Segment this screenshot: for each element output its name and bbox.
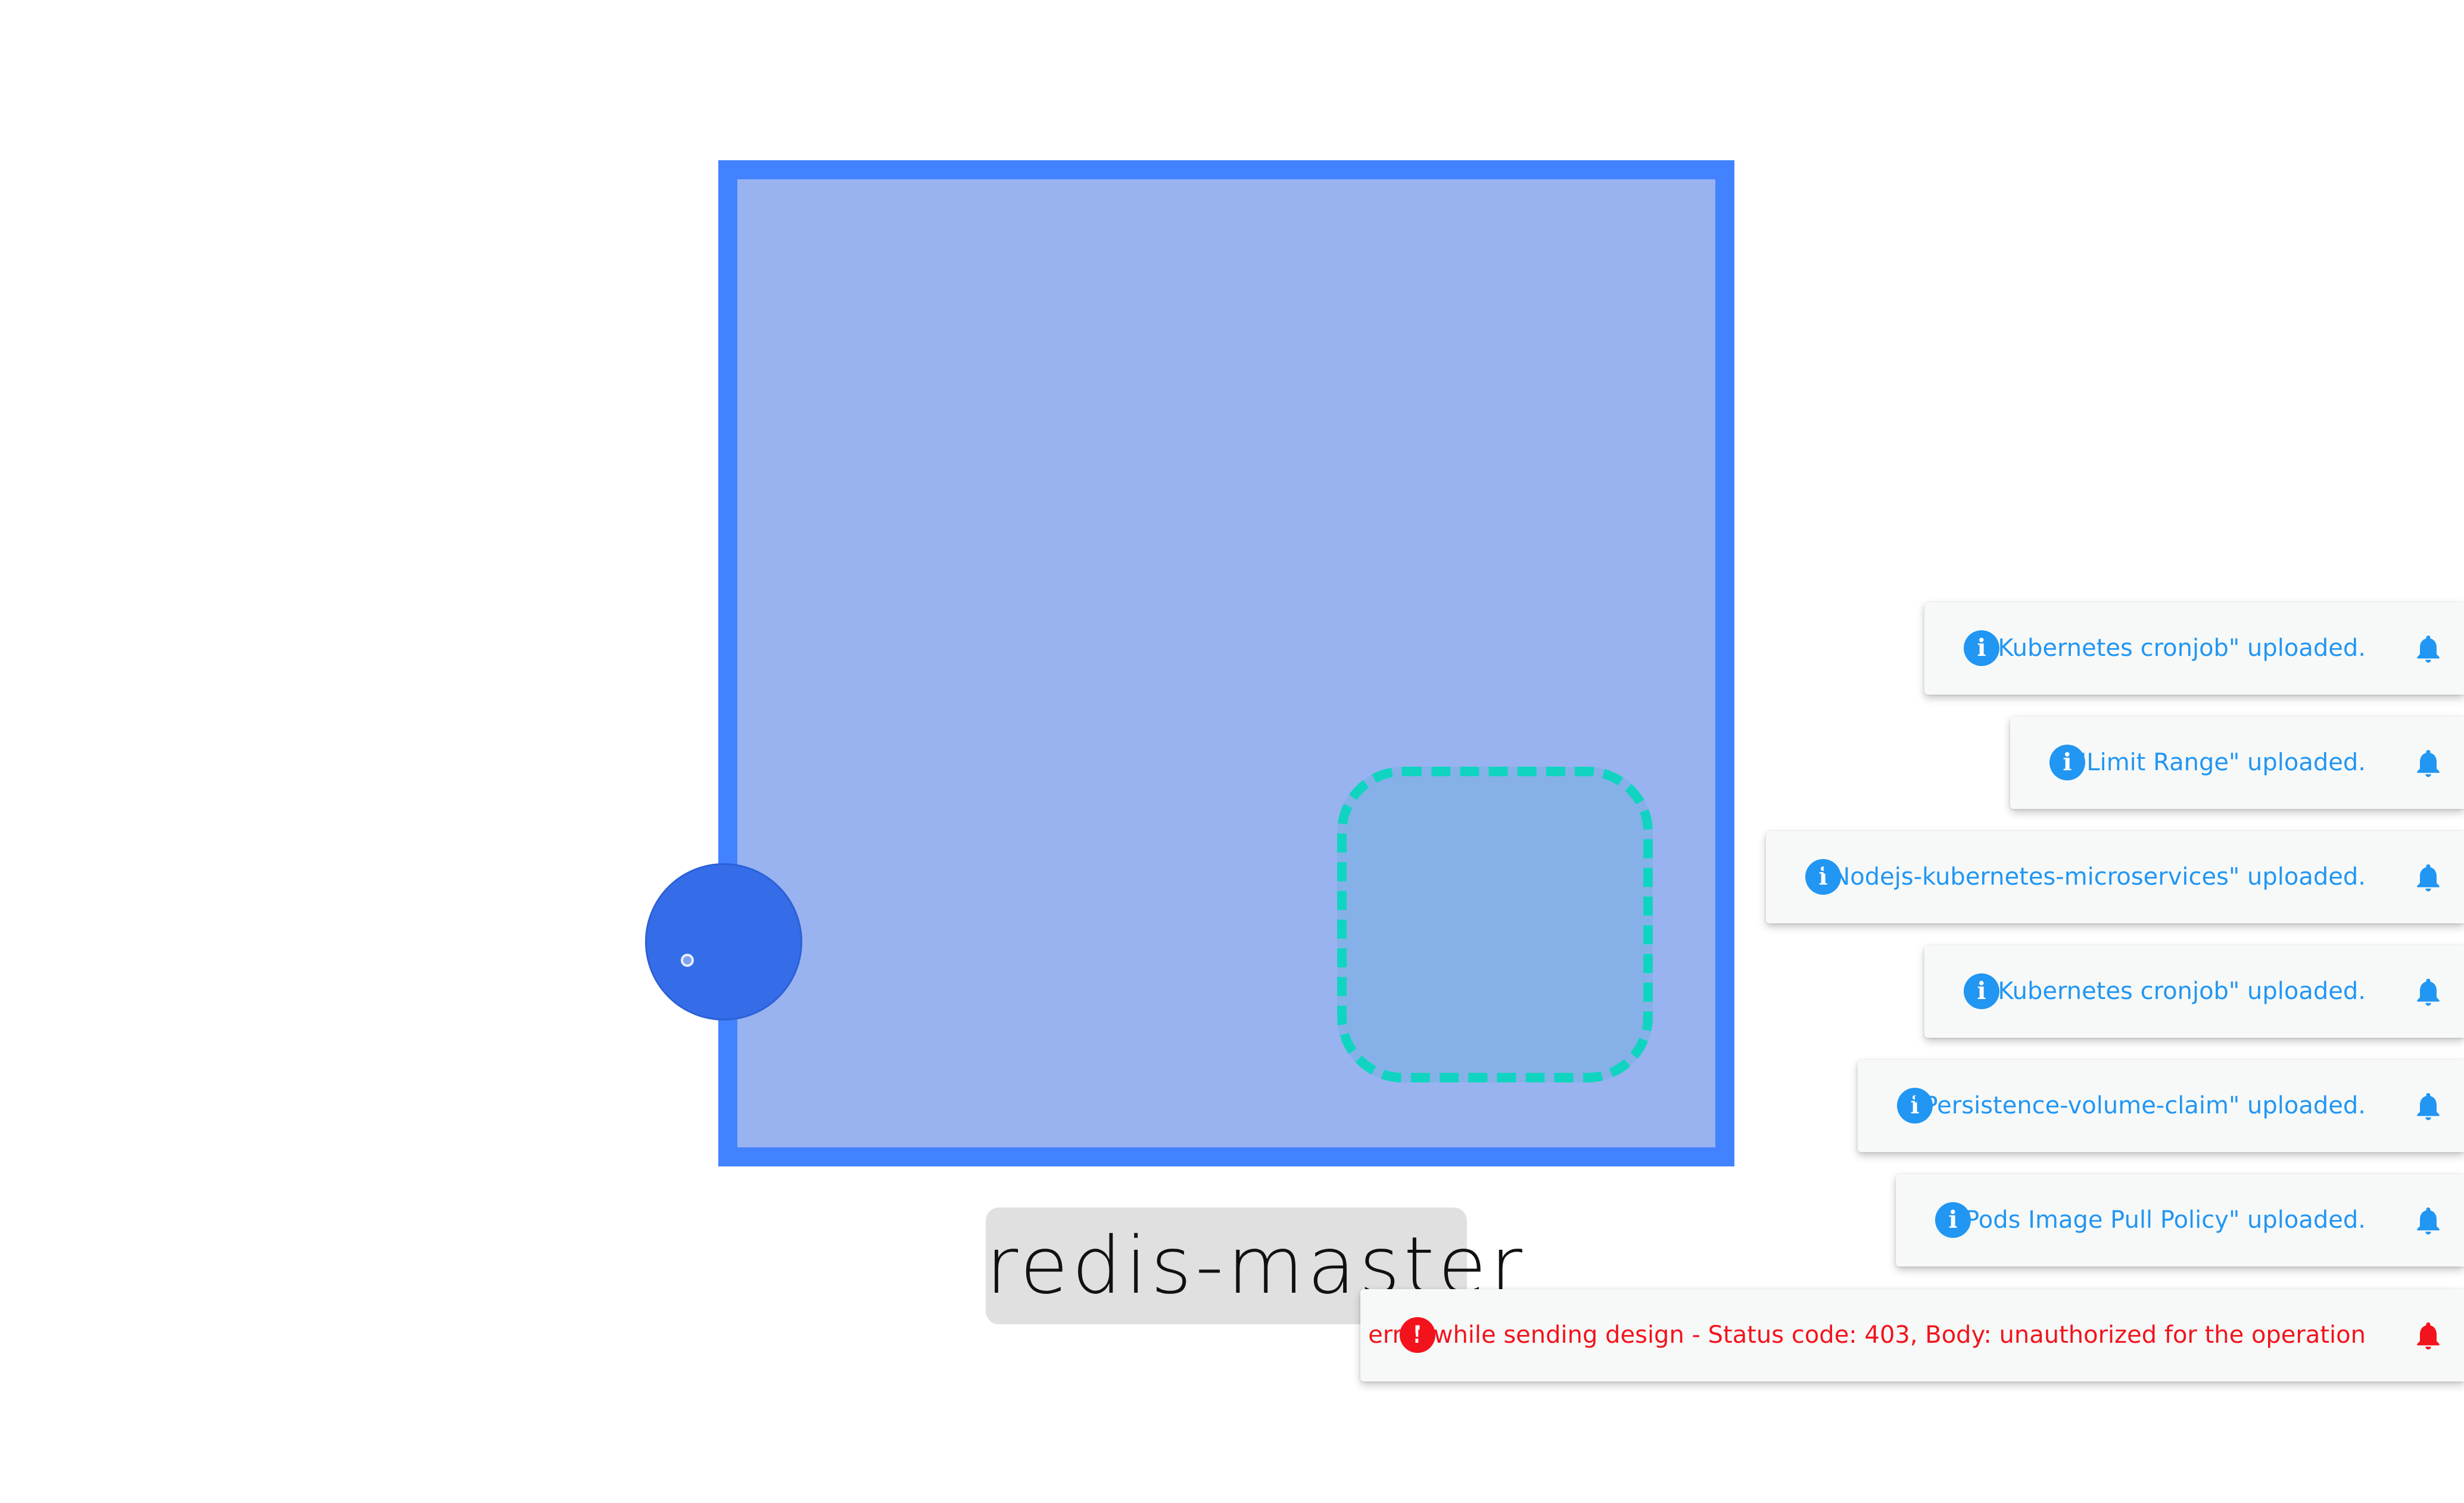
bell-icon[interactable] [2412,1089,2445,1124]
bell-icon[interactable] [2412,975,2445,1009]
notification-message: "Pods Image Pull Policy" uploaded. [1954,1206,2366,1234]
handle-anchor-dot[interactable] [681,954,694,967]
bell-icon[interactable] [2412,860,2445,895]
notification-toast[interactable]: i "Pods Image Pull Policy" uploaded. [1896,1174,2464,1266]
bell-icon[interactable] [2412,1203,2445,1238]
notification-toast[interactable]: i "Limit Range" uploaded. [2010,717,2464,809]
notification-message: "Nodejs-kubernetes-microservices" upload… [1821,863,2366,891]
bell-icon[interactable] [2412,746,2445,780]
notification-message: "Kubernetes cronjob" uploaded. [1987,978,2366,1005]
notification-toast[interactable]: i "Kubernetes cronjob" uploaded. [1924,945,2464,1038]
design-canvas[interactable]: redis-master i "Kubernetes cronjob" uplo… [0,0,2464,1503]
notification-message: "Persistence-volume-claim" uploaded. [1912,1092,2366,1119]
node-connection-handle[interactable] [645,863,802,1020]
notification-message: error while sending design - Status code… [1368,1321,2366,1349]
bell-icon[interactable] [2412,1318,2445,1353]
notification-toast[interactable]: i "Kubernetes cronjob" uploaded. [1924,602,2464,695]
notification-message: "Kubernetes cronjob" uploaded. [1987,634,2366,662]
error-notification-toast[interactable]: ! error while sending design - Status co… [1360,1289,2464,1381]
notification-toast[interactable]: i "Nodejs-kubernetes-microservices" uplo… [1766,831,2464,923]
notification-message: "Limit Range" uploaded. [2075,749,2366,776]
notification-toast[interactable]: i "Persistence-volume-claim" uploaded. [1858,1060,2464,1152]
bell-icon[interactable] [2412,631,2445,666]
node-drop-slot[interactable] [1337,767,1653,1082]
